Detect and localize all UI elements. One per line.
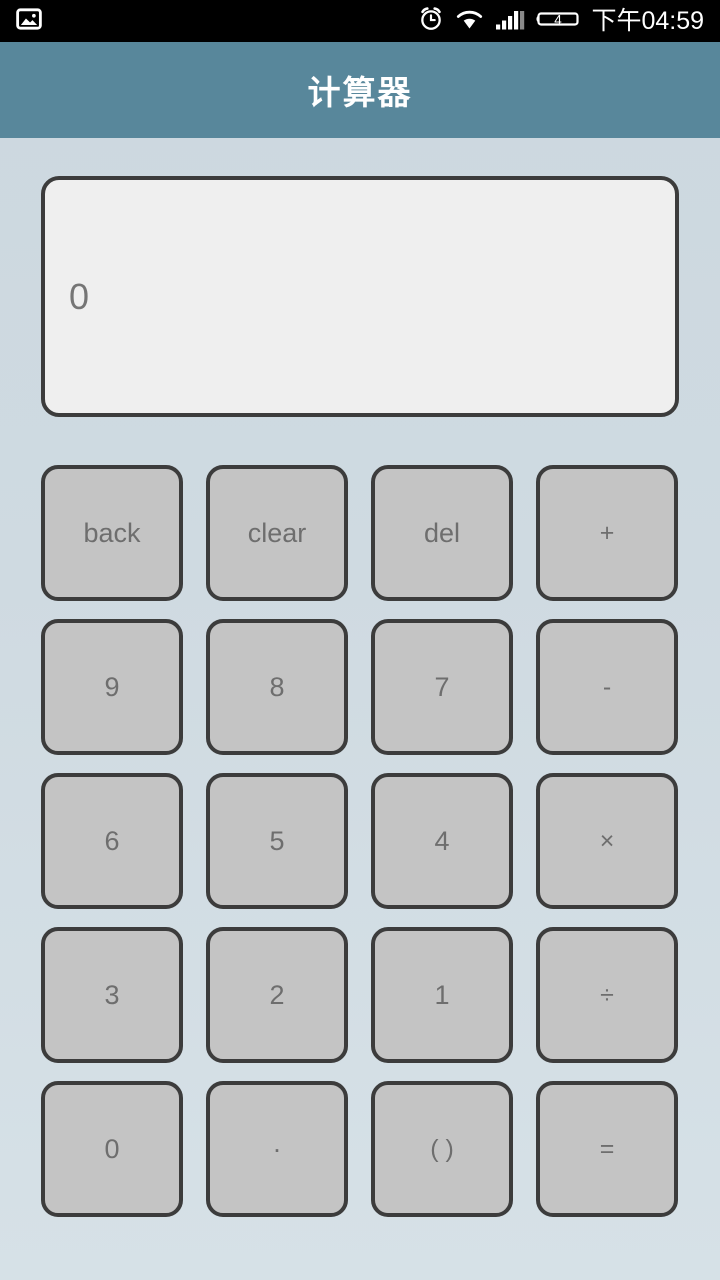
key-decimal[interactable]: · (206, 1081, 348, 1217)
display-container: 0 (0, 138, 720, 417)
key-multiply[interactable]: × (536, 773, 678, 909)
key-plus[interactable]: + (536, 465, 678, 601)
key-0[interactable]: 0 (41, 1081, 183, 1217)
app-title-bar: 计算器 (0, 42, 720, 138)
gallery-image-icon (16, 6, 42, 37)
key-del[interactable]: del (371, 465, 513, 601)
key-6[interactable]: 6 (41, 773, 183, 909)
key-7[interactable]: 7 (371, 619, 513, 755)
page-title: 计算器 (307, 73, 413, 112)
battery-level-label: 4 (555, 12, 563, 27)
key-parens[interactable]: ( ) (371, 1081, 513, 1217)
status-bar-right: 4 下午04:59 (418, 6, 704, 37)
key-divide[interactable]: ÷ (536, 927, 678, 1063)
status-bar: 4 下午04:59 (0, 0, 720, 42)
key-3[interactable]: 3 (41, 927, 183, 1063)
cellular-signal-icon (495, 7, 525, 36)
status-bar-clock: 下午04:59 (591, 6, 704, 35)
key-clear[interactable]: clear (206, 465, 348, 601)
key-2[interactable]: 2 (206, 927, 348, 1063)
wifi-icon (455, 7, 484, 36)
key-back[interactable]: back (41, 465, 183, 601)
key-9[interactable]: 9 (41, 619, 183, 755)
key-equals[interactable]: = (536, 1081, 678, 1217)
key-4[interactable]: 4 (371, 773, 513, 909)
alarm-clock-icon (418, 6, 444, 37)
key-5[interactable]: 5 (206, 773, 348, 909)
key-8[interactable]: 8 (206, 619, 348, 755)
calculator-display[interactable]: 0 (41, 176, 679, 417)
battery-icon: 4 (536, 7, 580, 36)
display-value: 0 (69, 275, 90, 317)
calculator-keypad: back clear del +9 8 7- 6 5 4 × 3 2 1 ÷ 0 ·( ) = (0, 417, 720, 1217)
key-minus[interactable]: - (536, 619, 678, 755)
key-1[interactable]: 1 (371, 927, 513, 1063)
status-bar-left (16, 6, 42, 37)
